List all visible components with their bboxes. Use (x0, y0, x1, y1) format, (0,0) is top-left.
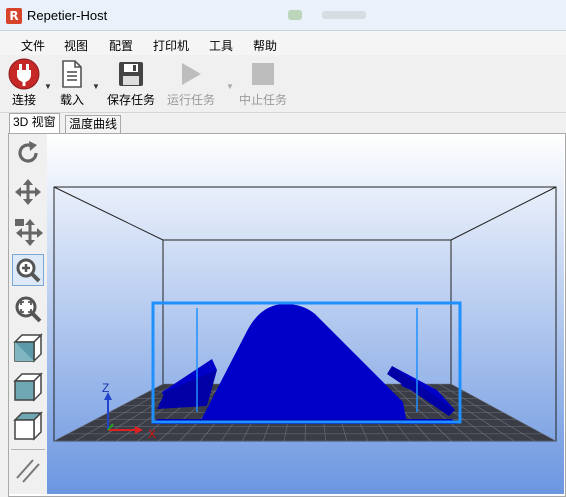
floppy-disk-icon (106, 60, 156, 88)
menu-help[interactable]: 帮助 (253, 37, 277, 54)
view-tabs: 3D 视窗 温度曲线 (0, 113, 566, 134)
play-icon (166, 60, 216, 88)
menu-printer[interactable]: 打印机 (153, 37, 189, 54)
toolbar: 连接 ▼ 载入 ▼ 保存任务 运行任务 ▼ 中止任务 (0, 56, 566, 113)
menu-file[interactable]: 文件 (21, 37, 45, 54)
move-object-icon (15, 219, 43, 246)
view-front-button[interactable] (13, 372, 43, 402)
zoom-fit-button[interactable] (13, 294, 43, 324)
move-object-button[interactable] (13, 216, 43, 246)
blurred-status-text (322, 11, 366, 19)
3d-scene: Z X (47, 134, 564, 494)
move-icon (15, 179, 41, 205)
load-label: 载入 (59, 93, 84, 107)
zoom-button[interactable] (12, 254, 44, 286)
zoom-fit-icon (15, 296, 42, 323)
blurred-status-icon (288, 10, 302, 20)
app-icon: R (6, 8, 22, 24)
refresh-view-button[interactable] (13, 138, 43, 168)
tab-3d-view[interactable]: 3D 视窗 (9, 113, 60, 134)
save-job-button[interactable]: 保存任务 (106, 60, 156, 108)
load-button[interactable]: 载入 (56, 60, 88, 108)
stop-job-label: 中止任务 (238, 93, 287, 107)
save-job-label: 保存任务 (106, 93, 155, 107)
3d-viewport[interactable]: Z X (47, 134, 564, 494)
z-axis-label: Z (102, 381, 109, 395)
plug-icon (6, 58, 42, 90)
menu-tools[interactable]: 工具 (209, 37, 233, 54)
tab-temperature-curve[interactable]: 温度曲线 (65, 115, 122, 133)
title-bar: R Repetier-Host (0, 0, 566, 31)
view-front-cube-icon (13, 372, 43, 402)
menu-view[interactable]: 视图 (64, 37, 88, 54)
view-tool-strip (9, 134, 47, 494)
stop-job-button[interactable]: 中止任务 (238, 60, 288, 108)
tool-separator (11, 449, 45, 450)
connect-button[interactable]: 连接 (6, 58, 42, 108)
x-axis-label: X (148, 427, 156, 441)
stop-icon (238, 60, 288, 88)
refresh-icon (18, 141, 38, 163)
view-iso-cube-icon (13, 333, 43, 363)
view-iso-button[interactable] (13, 333, 43, 363)
run-job-label: 运行任务 (166, 93, 215, 107)
menu-config[interactable]: 配置 (109, 37, 133, 54)
view-top-button[interactable] (13, 411, 43, 441)
menu-bar: 文件 视图 配置 打印机 工具 帮助 (0, 31, 566, 55)
run-dropdown-icon[interactable]: ▼ (226, 82, 234, 91)
document-icon (56, 60, 88, 88)
zoom-in-icon (16, 258, 41, 283)
parallel-lines-icon (16, 459, 40, 483)
move-view-button[interactable] (13, 177, 43, 207)
connect-dropdown-icon[interactable]: ▼ (44, 82, 52, 91)
load-dropdown-icon[interactable]: ▼ (92, 82, 100, 91)
parallel-view-button[interactable] (13, 455, 43, 485)
connect-label: 连接 (11, 93, 36, 107)
run-job-button[interactable]: 运行任务 (166, 60, 216, 108)
view-top-cube-icon (13, 411, 43, 441)
window-title: Repetier-Host (27, 8, 108, 23)
